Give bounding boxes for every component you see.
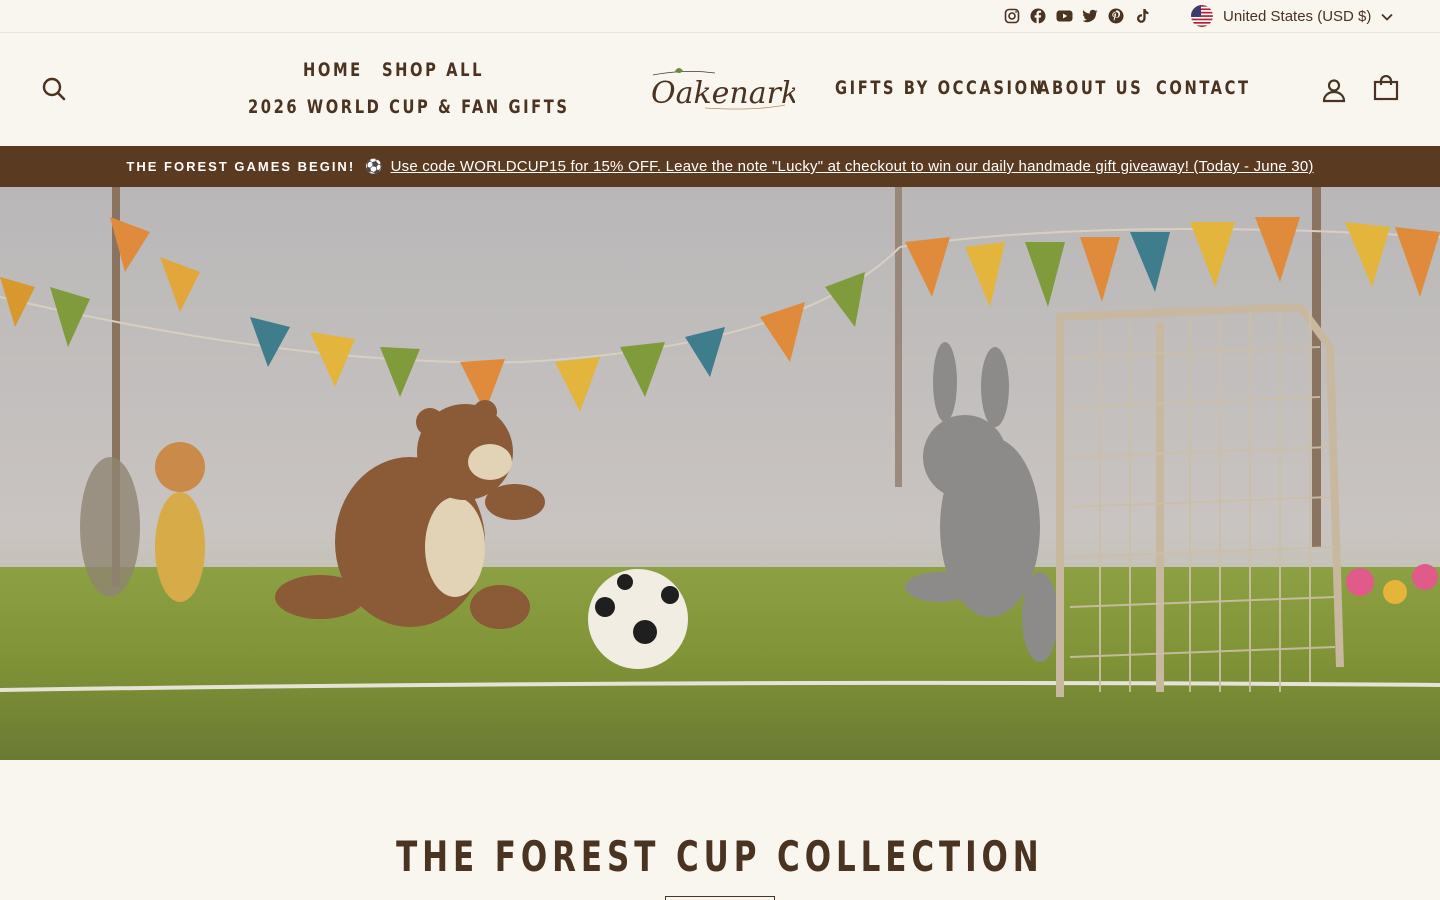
- nav-about-us[interactable]: ABOUT US: [1038, 77, 1143, 99]
- collection-title: THE FOREST CUP COLLECTION: [0, 832, 1440, 881]
- search-icon[interactable]: [41, 76, 67, 102]
- tiktok-icon[interactable]: [1133, 7, 1151, 25]
- announcement-bar: THE FOREST GAMES BEGIN! ⚽ Use code WORLD…: [0, 146, 1440, 187]
- announcement-link[interactable]: Use code WORLDCUP15 for 15% OFF. Leave t…: [391, 158, 1314, 175]
- nav-home[interactable]: HOME: [303, 59, 363, 81]
- nav-gifts-by-occasion[interactable]: GIFTS BY OCCASION: [835, 77, 1045, 99]
- facebook-icon[interactable]: [1029, 7, 1047, 25]
- collection-button[interactable]: [665, 896, 775, 900]
- nav-shop-all[interactable]: SHOP ALL: [382, 59, 484, 81]
- site-header: HOME SHOP ALL 2026 WORLD CUP & FAN GIFTS…: [0, 33, 1440, 146]
- soccer-ball-icon: ⚽: [365, 158, 383, 174]
- chevron-down-icon: [1381, 8, 1394, 25]
- currency-selector[interactable]: United States (USD $): [1191, 5, 1394, 27]
- cart-icon[interactable]: [1373, 74, 1399, 101]
- nav-world-cup-gifts[interactable]: 2026 WORLD CUP & FAN GIFTS: [248, 96, 570, 118]
- svg-text:Oakenark: Oakenark: [651, 76, 795, 111]
- instagram-icon[interactable]: [1003, 7, 1021, 25]
- collection-title-text: THE FOREST CUP COLLECTION: [396, 832, 1044, 881]
- youtube-icon[interactable]: [1055, 7, 1073, 25]
- announcement-lead: THE FOREST GAMES BEGIN!: [126, 159, 356, 174]
- pinterest-icon[interactable]: [1107, 7, 1125, 25]
- nav-contact[interactable]: CONTACT: [1156, 77, 1251, 99]
- account-icon[interactable]: [1321, 77, 1347, 103]
- currency-label: United States (USD $): [1223, 7, 1372, 25]
- hero-image[interactable]: [0, 187, 1440, 760]
- us-flag-icon: [1191, 5, 1213, 27]
- utility-bar: United States (USD $): [0, 0, 1440, 33]
- social-links: [1003, 7, 1151, 25]
- brand-logo[interactable]: Oakenark: [645, 63, 799, 118]
- twitter-icon[interactable]: [1081, 7, 1099, 25]
